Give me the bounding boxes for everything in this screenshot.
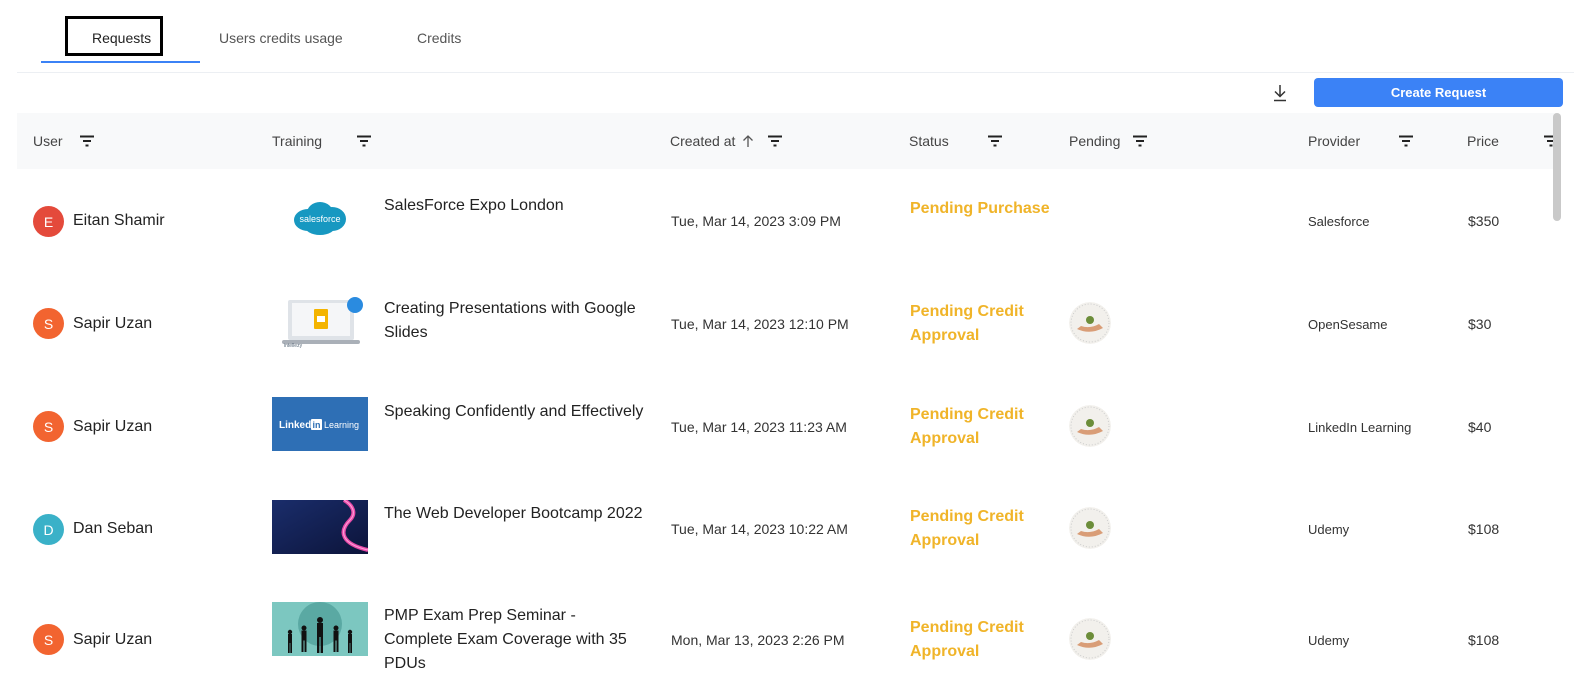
column-status: Status (909, 133, 1003, 149)
price: $40 (1468, 419, 1492, 435)
price: $108 (1468, 521, 1500, 537)
provider: LinkedIn Learning (1308, 420, 1412, 435)
avatar: S (33, 411, 64, 442)
linkedin-learning-logo-thumbnail: Linked in Learning (272, 397, 368, 451)
column-training: Training (272, 133, 372, 149)
column-created-at: Created at (670, 133, 783, 149)
training-title[interactable]: PMP Exam Prep Seminar - Complete Exam Co… (384, 604, 644, 676)
learning-text: Learning (324, 420, 359, 430)
tabs-divider (17, 72, 1574, 73)
linkedin-in-text: in (313, 420, 321, 430)
status-label: Pending Credit Approval (910, 508, 1024, 549)
intellezy-label: intellezy (284, 343, 303, 349)
price: $30 (1468, 316, 1492, 332)
user-name: Sapir Uzan (73, 315, 153, 332)
vertical-scrollbar[interactable] (1553, 113, 1561, 221)
tab-users-credits-usage[interactable]: Users credits usage (219, 30, 343, 46)
filter-icon[interactable] (1398, 135, 1414, 147)
avatar: S (33, 308, 64, 339)
created-at: Tue, Mar 14, 2023 10:22 AM (671, 521, 848, 537)
pmp-seminar-thumbnail (272, 602, 368, 656)
avatar: D (33, 514, 64, 545)
sort-ascending-icon[interactable] (741, 134, 755, 148)
created-at: Tue, Mar 14, 2023 12:10 PM (671, 316, 849, 332)
user-name: Sapir Uzan (73, 631, 153, 648)
column-status-label: Status (909, 133, 949, 149)
column-training-label: Training (272, 133, 323, 149)
created-at: Tue, Mar 14, 2023 11:23 AM (671, 419, 847, 435)
table-row[interactable]: S Sapir Uzan PMP Exam Prep Seminar - Com… (17, 578, 1553, 680)
filter-icon[interactable] (1132, 135, 1148, 147)
create-request-button[interactable]: Create Request (1314, 78, 1563, 107)
filter-icon[interactable] (767, 135, 783, 147)
salesforce-logo-thumbnail: salesforce (272, 191, 368, 245)
training-title[interactable]: The Web Developer Bootcamp 2022 (384, 502, 644, 526)
column-provider-label: Provider (1308, 133, 1361, 149)
table-row[interactable]: D Dan Seban The Web Developer Bootcamp 2… (17, 476, 1553, 578)
download-icon[interactable] (1268, 82, 1292, 104)
column-created-at-label: Created at (670, 133, 736, 149)
avatar: E (33, 206, 64, 237)
google-slides-course-thumbnail: intellezy (272, 295, 368, 349)
filter-icon[interactable] (356, 135, 372, 147)
tab-focus-outline (65, 16, 163, 56)
column-pending-label: Pending (1069, 133, 1121, 149)
column-price: Price (1467, 133, 1559, 149)
user-name: Sapir Uzan (73, 418, 153, 435)
training-title[interactable]: Speaking Confidently and Effectively (384, 400, 644, 424)
column-user-label: User (33, 133, 63, 149)
column-user: User (33, 133, 95, 149)
column-price-label: Price (1467, 133, 1499, 149)
column-pending: Pending (1069, 133, 1148, 149)
provider: OpenSesame (1308, 317, 1388, 332)
pending-approver-avatar[interactable] (1069, 405, 1111, 447)
tab-credits[interactable]: Credits (417, 30, 461, 46)
status-label: Pending Purchase (910, 200, 1050, 217)
avatar: S (33, 624, 64, 655)
status-label: Pending Credit Approval (910, 303, 1024, 344)
status-label: Pending Credit Approval (910, 619, 1024, 660)
training-title[interactable]: Creating Presentations with Google Slide… (384, 297, 644, 345)
training-title[interactable]: SalesForce Expo London (384, 194, 644, 218)
active-tab-indicator (41, 61, 200, 63)
price: $108 (1468, 632, 1500, 648)
salesforce-logo-text: salesforce (299, 214, 340, 224)
filter-icon[interactable] (79, 135, 95, 147)
created-at: Tue, Mar 14, 2023 3:09 PM (671, 213, 841, 229)
provider: Udemy (1308, 522, 1350, 537)
user-name: Dan Seban (73, 520, 154, 537)
web-dev-bootcamp-thumbnail (272, 500, 368, 554)
column-provider: Provider (1308, 133, 1414, 149)
filter-icon[interactable] (987, 135, 1003, 147)
created-at: Mon, Mar 13, 2023 2:26 PM (671, 632, 845, 648)
user-name: Eitan Shamir (73, 212, 165, 229)
table-header: User Training Created at Status Pending … (17, 113, 1559, 169)
table-row[interactable]: S Sapir Uzan intellezy Creating Presenta… (17, 271, 1553, 373)
table-row[interactable]: E Eitan Shamir salesforce SalesForce Exp… (17, 169, 1553, 271)
pending-approver-avatar[interactable] (1069, 618, 1111, 660)
provider: Salesforce (1308, 214, 1370, 229)
provider: Udemy (1308, 633, 1350, 648)
table-row[interactable]: S Sapir Uzan Linked in Learning Speaking… (17, 374, 1553, 476)
status-label: Pending Credit Approval (910, 406, 1024, 447)
linkedin-logo-text: Linked (279, 420, 311, 431)
pending-approver-avatar[interactable] (1069, 507, 1111, 549)
pending-approver-avatar[interactable] (1069, 302, 1111, 344)
price: $350 (1468, 213, 1500, 229)
